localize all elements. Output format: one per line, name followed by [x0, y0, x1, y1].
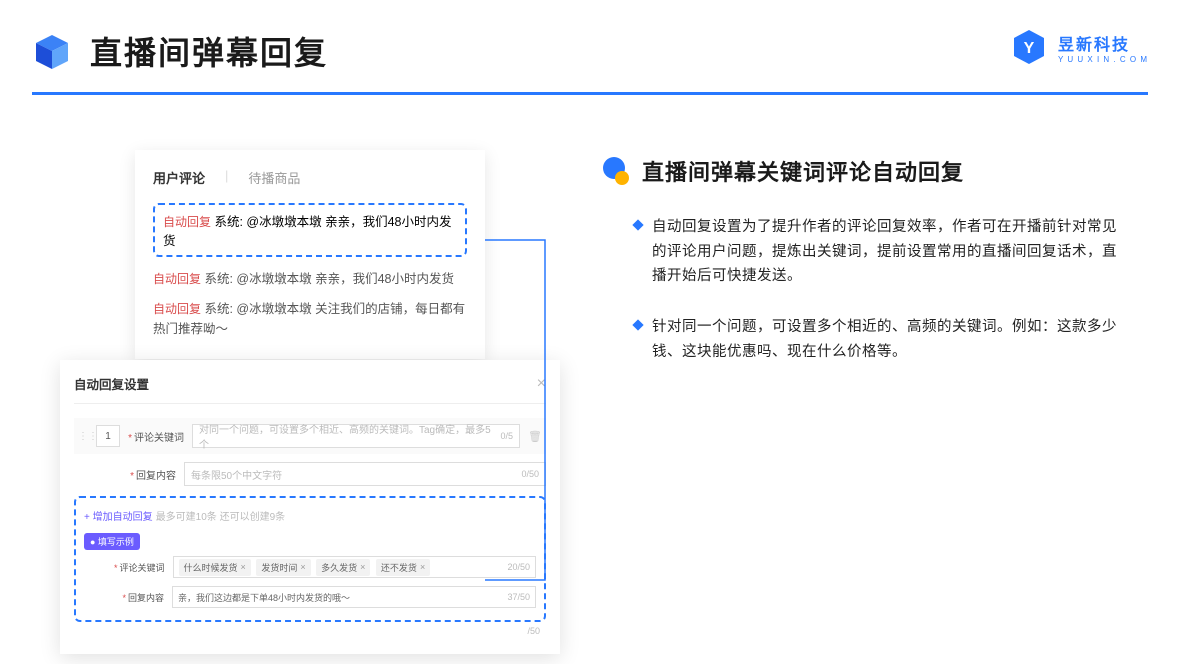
settings-title: 自动回复设置	[74, 374, 149, 393]
add-hint: 最多可建10条 还可以创建9条	[156, 512, 285, 523]
header-left: 直播间弹幕回复	[32, 28, 328, 74]
ex-keyword-input[interactable]: 什么时候发货 发货时间 多久发货 还不发货 20/50	[173, 556, 536, 578]
example-badge: ● 填写示例	[84, 533, 140, 550]
settings-header: 自动回复设置 ×	[74, 374, 546, 404]
highlighted-comment: 自动回复 系统: @冰墩墩本墩 亲亲，我们48小时内发货	[153, 203, 467, 257]
ex-reply-input[interactable]: 亲，我们这边都是下单48小时内发货的哦～ 37/50	[172, 586, 536, 608]
diamond-bullet-icon	[632, 219, 643, 230]
comments-card: 用户评论 | 待播商品 自动回复 系统: @冰墩墩本墩 亲亲，我们48小时内发货…	[135, 150, 485, 359]
ex-label-keyword: *评论关键词	[114, 561, 165, 574]
tag-chip[interactable]: 发货时间	[256, 559, 310, 576]
tag-chip[interactable]: 什么时候发货	[179, 559, 251, 576]
bullet-item: 针对同一个问题，可设置多个相近的、高频的关键词。例如：这款多少钱、这块能优惠吗、…	[600, 315, 1120, 364]
auto-reply-tag: 自动回复	[163, 215, 211, 229]
keyword-input[interactable]: 对同一个问题，可设置多个相近、高频的关键词。Tag确定，最多5个 0/5	[192, 424, 520, 448]
outer-counter: /50	[74, 626, 546, 636]
tag-chip[interactable]: 多久发货	[316, 559, 370, 576]
brand-logo-icon: Y	[1010, 28, 1048, 66]
diamond-bullet-icon	[632, 319, 643, 330]
auto-reply-tag: 自动回复	[153, 272, 201, 286]
ex-label-reply: *回复内容	[114, 591, 164, 604]
brand-text: 昱新科技 Y U U X I N . C O M	[1058, 31, 1148, 64]
comment-row: 自动回复 系统: @冰墩墩本墩 关注我们的店铺，每日都有热门推荐呦～	[153, 299, 467, 339]
example-row-keyword: *评论关键词 什么时候发货 发货时间 多久发货 还不发货 20/50	[84, 556, 536, 578]
info-panel: 直播间弹幕关键词评论自动回复 自动回复设置为了提升作者的评论回复效率，作者可在开…	[600, 155, 1120, 390]
tabs: 用户评论 | 待播商品	[153, 168, 467, 187]
comment-row: 自动回复 系统: @冰墩墩本墩 亲亲，我们48小时内发货	[153, 269, 467, 289]
example-highlight: + 增加自动回复 最多可建10条 还可以创建9条 ● 填写示例 *评论关键词 什…	[74, 496, 546, 622]
close-icon[interactable]: ×	[537, 375, 546, 393]
order-input[interactable]: 1	[96, 425, 120, 447]
form-row-reply: *回复内容 每条限50个中文字符 0/50	[74, 462, 546, 486]
info-heading-row: 直播间弹幕关键词评论自动回复	[600, 155, 1120, 187]
svg-text:Y: Y	[1024, 40, 1035, 57]
comment-text: 系统: @冰墩墩本墩 亲亲，我们48小时内发货	[201, 272, 454, 286]
add-auto-reply-link[interactable]: + 增加自动回复	[84, 512, 153, 523]
bullet-text: 自动回复设置为了提升作者的评论回复效率，作者可在开播前针对常见的评论用户问题，提…	[652, 215, 1120, 289]
bullet-item: 自动回复设置为了提升作者的评论回复效率，作者可在开播前针对常见的评论用户问题，提…	[600, 215, 1120, 289]
tag-chip[interactable]: 还不发货	[376, 559, 430, 576]
brand: Y 昱新科技 Y U U X I N . C O M	[1010, 28, 1148, 66]
chat-bubble-icon	[600, 156, 630, 186]
reply-input[interactable]: 每条限50个中文字符 0/50	[184, 462, 546, 486]
page-title: 直播间弹幕回复	[90, 28, 328, 74]
bullet-text: 针对同一个问题，可设置多个相近的、高频的关键词。例如：这款多少钱、这块能优惠吗、…	[652, 315, 1120, 364]
page-header: 直播间弹幕回复 Y 昱新科技 Y U U X I N . C O M	[32, 28, 1148, 95]
form-row-keyword: ⋮⋮ 1 *评论关键词 对同一个问题，可设置多个相近、高频的关键词。Tag确定，…	[74, 418, 546, 454]
label-keyword: *评论关键词	[128, 429, 184, 444]
auto-reply-tag: 自动回复	[153, 302, 201, 316]
cube-icon	[32, 31, 72, 71]
brand-url: Y U U X I N . C O M	[1058, 55, 1148, 64]
example-row-reply: *回复内容 亲，我们这边都是下单48小时内发货的哦～ 37/50	[84, 586, 536, 608]
trash-icon[interactable]: 🗑	[528, 430, 542, 443]
tab-pending-goods[interactable]: 待播商品	[248, 168, 300, 187]
settings-card: 自动回复设置 × ⋮⋮ 1 *评论关键词 对同一个问题，可设置多个相近、高频的关…	[60, 360, 560, 654]
drag-handle-icon[interactable]: ⋮⋮	[78, 431, 88, 442]
label-reply: *回复内容	[120, 467, 176, 482]
brand-name: 昱新科技	[1058, 31, 1148, 55]
tab-user-comments[interactable]: 用户评论	[153, 168, 205, 187]
info-heading: 直播间弹幕关键词评论自动回复	[642, 155, 964, 187]
